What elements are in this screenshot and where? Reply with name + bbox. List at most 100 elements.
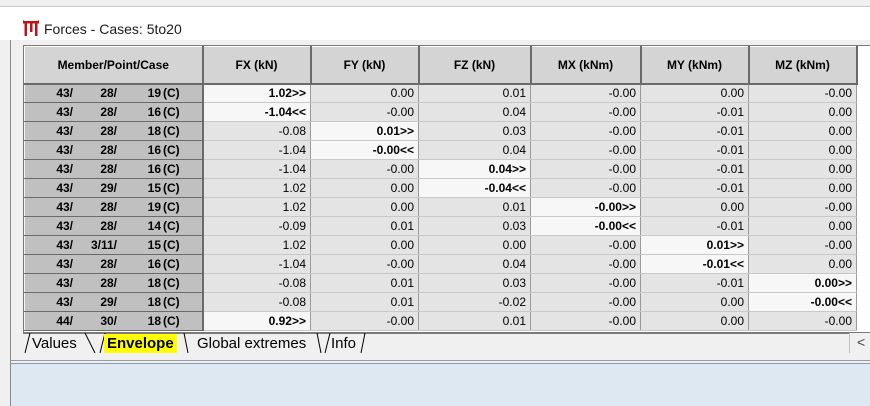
cell-mz[interactable]: 0.00 bbox=[748, 140, 857, 160]
cell-fx[interactable]: 1.02 bbox=[202, 197, 311, 217]
cell-fx[interactable]: -0.08 bbox=[202, 121, 311, 141]
cell-fy[interactable]: -0.00 bbox=[310, 159, 419, 179]
row-key-cell[interactable]: 44/30/18 (C) bbox=[24, 311, 204, 331]
cell-fx[interactable]: -1.04 bbox=[202, 254, 311, 274]
col-header-fy[interactable]: FY (kN) bbox=[310, 46, 420, 85]
cell-mx[interactable]: -0.00 bbox=[530, 140, 641, 160]
cell-fx[interactable]: -0.08 bbox=[202, 273, 311, 293]
cell-my[interactable]: 0.00 bbox=[640, 311, 749, 331]
cell-mz[interactable]: -0.00 bbox=[748, 311, 857, 331]
cell-mz[interactable]: -0.00 bbox=[748, 83, 857, 103]
cell-fz[interactable]: 0.01 bbox=[418, 311, 531, 331]
cell-my[interactable]: 0.00 bbox=[640, 83, 749, 103]
cell-fy[interactable]: 0.00 bbox=[310, 235, 419, 255]
cell-fy[interactable]: 0.01 bbox=[310, 216, 419, 236]
col-header-mz[interactable]: MZ (kNm) bbox=[748, 46, 858, 85]
cell-fy[interactable]: 0.01 bbox=[310, 273, 419, 293]
table-row[interactable]: 43/29/15 (C) 1.02 0.00 -0.04<< -0.00 -0.01 0.00 bbox=[24, 178, 857, 198]
table-row[interactable]: 43/28/18 (C) -0.08 0.01 0.03 -0.00 -0.01 0.00>> bbox=[24, 273, 857, 293]
cell-fz[interactable]: 0.03 bbox=[418, 121, 531, 141]
tab-envelope[interactable]: Envelope bbox=[104, 334, 177, 353]
cell-mz[interactable]: 0.00 bbox=[748, 121, 857, 141]
cell-fz[interactable]: 0.01 bbox=[418, 197, 531, 217]
cell-my[interactable]: -0.01 bbox=[640, 159, 749, 179]
cell-fx[interactable]: -1.04 bbox=[202, 159, 311, 179]
cell-mz[interactable]: 0.00 bbox=[748, 254, 857, 274]
cell-mx[interactable]: -0.00 bbox=[530, 178, 641, 198]
table-row[interactable]: 43/28/16 (C) -1.04 -0.00<< 0.04 -0.00 -0.01 0.0… bbox=[24, 140, 857, 160]
cell-mz[interactable]: -0.00 bbox=[748, 235, 857, 255]
row-key-cell[interactable]: 43/29/18 (C) bbox=[24, 292, 204, 312]
cell-mx[interactable]: -0.00>> bbox=[530, 197, 641, 217]
cell-fx[interactable]: -1.04<< bbox=[202, 102, 311, 122]
cell-mz[interactable]: -0.00 bbox=[748, 197, 857, 217]
cell-mz[interactable]: 0.00 bbox=[748, 159, 857, 179]
cell-fz[interactable]: -0.02 bbox=[418, 292, 531, 312]
row-key-cell[interactable]: 43/28/16 (C) bbox=[24, 254, 204, 274]
cell-fz[interactable]: 0.04 bbox=[418, 102, 531, 122]
cell-my[interactable]: 0.01>> bbox=[640, 235, 749, 255]
table-row[interactable]: 43/28/16 (C) -1.04<< -0.00 0.04 -0.00 -0.01 0.0… bbox=[24, 102, 857, 122]
cell-mx[interactable]: -0.00 bbox=[530, 121, 641, 141]
cell-fx[interactable]: -0.09 bbox=[202, 216, 311, 236]
table-row[interactable]: 43/28/19 (C) 1.02>> 0.00 0.01 -0.00 0.00 -0.00 bbox=[24, 83, 857, 103]
cell-fx[interactable]: 0.92>> bbox=[202, 311, 311, 331]
cell-mz[interactable]: 0.00 bbox=[748, 102, 857, 122]
cell-fx[interactable]: 1.02>> bbox=[202, 83, 311, 103]
row-key-cell[interactable]: 43/28/16 (C) bbox=[24, 102, 204, 122]
cell-fx[interactable]: 1.02 bbox=[202, 178, 311, 198]
cell-fz[interactable]: 0.04 bbox=[418, 140, 531, 160]
row-key-cell[interactable]: 43/28/16 (C) bbox=[24, 159, 204, 179]
cell-mz[interactable]: 0.00 bbox=[748, 216, 857, 236]
cell-fz[interactable]: 0.03 bbox=[418, 273, 531, 293]
row-key-cell[interactable]: 43/28/18 (C) bbox=[24, 121, 204, 141]
table-row[interactable]: 44/30/18 (C) 0.92>> -0.00 0.01 -0.00 0.00 -0.00 bbox=[24, 311, 857, 331]
tab-global-extremes[interactable]: Global extremes bbox=[197, 334, 306, 353]
cell-fy[interactable]: 0.00 bbox=[310, 197, 419, 217]
cell-my[interactable]: -0.01<< bbox=[640, 254, 749, 274]
row-key-cell[interactable]: 43/29/15 (C) bbox=[24, 178, 204, 198]
cell-fy[interactable]: -0.00 bbox=[310, 102, 419, 122]
cell-mx[interactable]: -0.00 bbox=[530, 292, 641, 312]
cell-mz[interactable]: 0.00>> bbox=[748, 273, 857, 293]
cell-fz[interactable]: 0.01 bbox=[418, 83, 531, 103]
row-key-cell[interactable]: 43/28/19 (C) bbox=[24, 197, 204, 217]
cell-mz[interactable]: -0.00<< bbox=[748, 292, 857, 312]
cell-my[interactable]: -0.01 bbox=[640, 216, 749, 236]
row-key-cell[interactable]: 43/28/19 (C) bbox=[24, 83, 204, 103]
cell-my[interactable]: -0.01 bbox=[640, 140, 749, 160]
row-key-cell[interactable]: 43/28/16 (C) bbox=[24, 140, 204, 160]
table-row[interactable]: 43/28/18 (C) -0.08 0.01>> 0.03 -0.00 -0.01 0.00 bbox=[24, 121, 857, 141]
row-key-cell[interactable]: 43/28/14 (C) bbox=[24, 216, 204, 236]
cell-fz[interactable]: 0.00 bbox=[418, 235, 531, 255]
cell-fx[interactable]: -0.08 bbox=[202, 292, 311, 312]
cell-my[interactable]: -0.01 bbox=[640, 178, 749, 198]
cell-fz[interactable]: 0.04>> bbox=[418, 159, 531, 179]
row-key-cell[interactable]: 43/28/18 (C) bbox=[24, 273, 204, 293]
cell-mx[interactable]: -0.00 bbox=[530, 254, 641, 274]
cell-mx[interactable]: -0.00 bbox=[530, 273, 641, 293]
row-key-cell[interactable]: 43/3/11/15 (C) bbox=[24, 235, 204, 255]
table-row[interactable]: 43/28/19 (C) 1.02 0.00 0.01 -0.00>> 0.00 -0.00 bbox=[24, 197, 857, 217]
table-row[interactable]: 43/28/16 (C) -1.04 -0.00 0.04 -0.00 -0.01<< 0.0… bbox=[24, 254, 857, 274]
cell-my[interactable]: -0.01 bbox=[640, 273, 749, 293]
col-header-my[interactable]: MY (kNm) bbox=[640, 46, 750, 85]
cell-mx[interactable]: -0.00<< bbox=[530, 216, 641, 236]
cell-fy[interactable]: 0.01>> bbox=[310, 121, 419, 141]
cell-fz[interactable]: -0.04<< bbox=[418, 178, 531, 198]
cell-mx[interactable]: -0.00 bbox=[530, 311, 641, 331]
cell-fy[interactable]: 0.00 bbox=[310, 178, 419, 198]
cell-fz[interactable]: 0.03 bbox=[418, 216, 531, 236]
cell-mx[interactable]: -0.00 bbox=[530, 102, 641, 122]
cell-fx[interactable]: 1.02 bbox=[202, 235, 311, 255]
table-row[interactable]: 43/28/16 (C) -1.04 -0.00 0.04>> -0.00 -0.01 0.0… bbox=[24, 159, 857, 179]
cell-fy[interactable]: 0.01 bbox=[310, 292, 419, 312]
scroll-left-button[interactable]: < bbox=[849, 333, 870, 353]
cell-my[interactable]: 0.00 bbox=[640, 197, 749, 217]
cell-mx[interactable]: -0.00 bbox=[530, 159, 641, 179]
col-header-fz[interactable]: FZ (kN) bbox=[418, 46, 532, 85]
table-row[interactable]: 43/28/14 (C) -0.09 0.01 0.03 -0.00<< -0.01 0.00 bbox=[24, 216, 857, 236]
cell-mz[interactable]: 0.00 bbox=[748, 178, 857, 198]
table-row[interactable]: 43/29/18 (C) -0.08 0.01 -0.02 -0.00 0.00 -0.00<… bbox=[24, 292, 857, 312]
col-header-mx[interactable]: MX (kNm) bbox=[530, 46, 642, 85]
